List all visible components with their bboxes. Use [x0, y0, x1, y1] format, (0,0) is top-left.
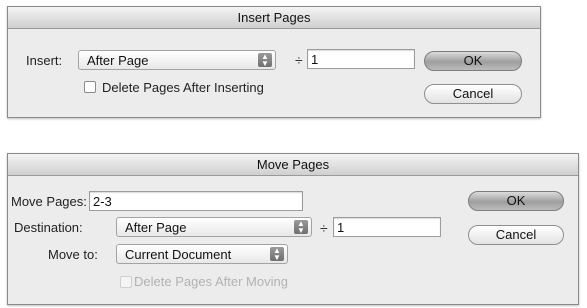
- delete-after-moving-checkbox[interactable]: [120, 276, 132, 288]
- page-stepper-icon[interactable]: ÷: [320, 221, 328, 235]
- cancel-button[interactable]: Cancel: [468, 225, 564, 245]
- move-to-value: Current Document: [125, 247, 232, 262]
- ok-button[interactable]: OK: [424, 51, 522, 71]
- delete-after-inserting-checkbox[interactable]: [84, 81, 96, 93]
- move-to-select[interactable]: Current Document ▲ ▼: [116, 244, 288, 264]
- move-to-label: Move to:: [48, 247, 98, 262]
- destination-label: Destination:: [14, 220, 83, 235]
- destination-value: After Page: [125, 220, 187, 235]
- move-pages-value: 2-3: [93, 194, 112, 209]
- page-number-field[interactable]: 1: [307, 49, 415, 69]
- page-stepper-icon[interactable]: ÷: [295, 53, 303, 67]
- dialog-title: Move Pages: [8, 154, 578, 176]
- destination-select[interactable]: After Page ▲ ▼: [116, 217, 312, 237]
- move-pages-field[interactable]: 2-3: [89, 191, 303, 211]
- move-pages-label: Move Pages:: [11, 194, 87, 209]
- delete-after-moving-label: Delete Pages After Moving: [134, 274, 288, 289]
- destination-page-field[interactable]: 1: [333, 217, 441, 237]
- ok-button[interactable]: OK: [468, 191, 564, 211]
- select-arrows-icon: ▲ ▼: [294, 220, 308, 235]
- select-arrows-icon: ▲ ▼: [258, 53, 272, 68]
- destination-page-value: 1: [337, 220, 345, 235]
- insert-position-select[interactable]: After Page ▲ ▼: [78, 50, 276, 70]
- insert-position-value: After Page: [87, 53, 149, 68]
- insert-label: Insert:: [26, 53, 63, 68]
- move-pages-dialog: Move Pages Move Pages: 2-3 Destination: …: [7, 153, 579, 305]
- page-number-value: 1: [311, 52, 319, 67]
- insert-pages-dialog: Insert Pages Insert: After Page ▲ ▼ ÷ 1 D…: [7, 6, 541, 118]
- dialog-title: Insert Pages: [8, 7, 540, 29]
- delete-after-inserting-label: Delete Pages After Inserting: [102, 80, 264, 95]
- select-arrows-icon: ▲ ▼: [270, 247, 284, 262]
- cancel-button[interactable]: Cancel: [424, 84, 522, 104]
